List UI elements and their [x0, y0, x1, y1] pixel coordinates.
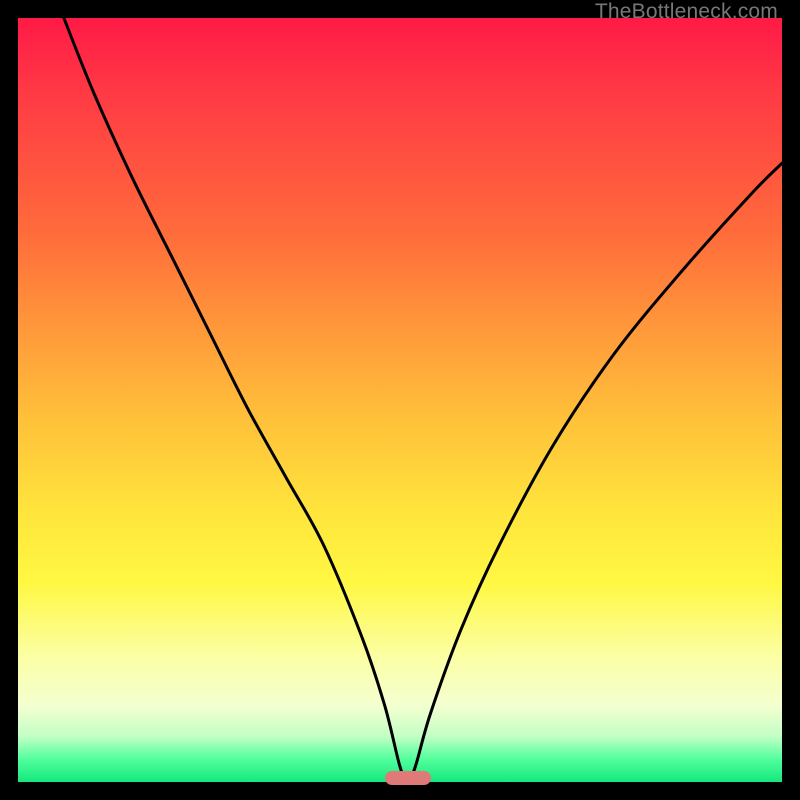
plot-area: [18, 18, 782, 782]
optimal-marker: [385, 771, 431, 785]
bottleneck-curve: [18, 18, 782, 782]
chart-frame: TheBottleneck.com: [0, 0, 800, 800]
